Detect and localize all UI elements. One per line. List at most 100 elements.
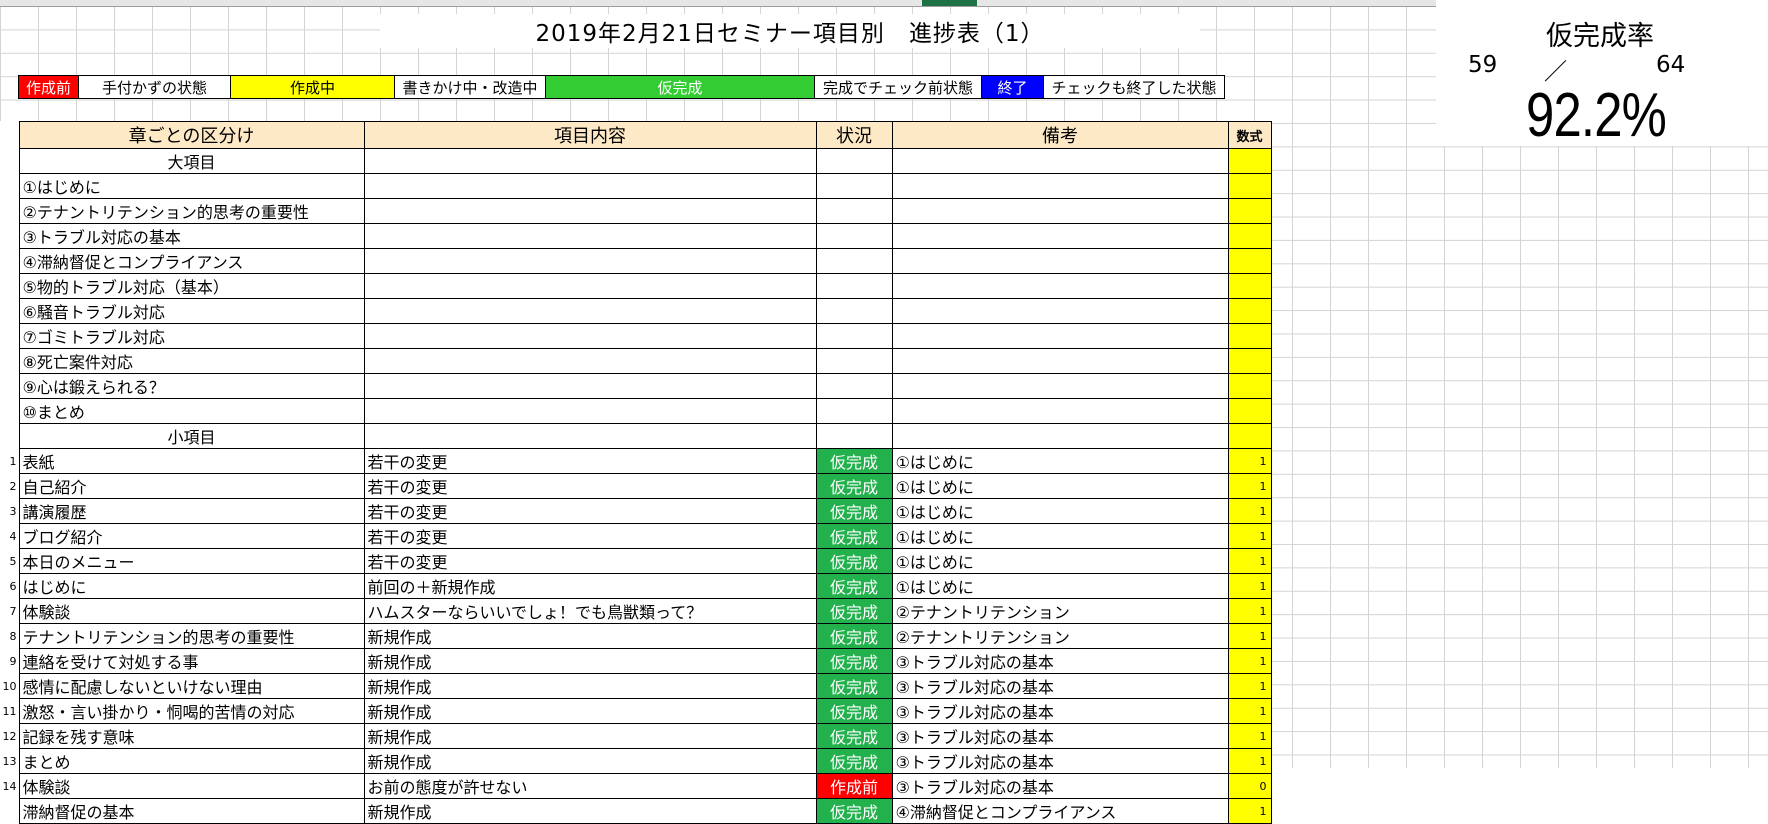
formula-cell[interactable]: 1 bbox=[1227, 648, 1272, 674]
formula-cell[interactable] bbox=[1227, 148, 1272, 174]
item-chapter[interactable]: 自己紹介 bbox=[18, 473, 365, 499]
header-formula[interactable]: 数式 bbox=[1227, 121, 1272, 149]
header-status[interactable]: 状況 bbox=[815, 121, 893, 149]
item-content[interactable]: お前の態度が許せない bbox=[363, 773, 817, 799]
formula-cell[interactable]: 1 bbox=[1227, 573, 1272, 599]
formula-cell[interactable]: 1 bbox=[1227, 498, 1272, 524]
major-item-name[interactable]: ③トラブル対応の基本 bbox=[18, 223, 365, 249]
status-cell[interactable] bbox=[815, 198, 893, 224]
status-cell[interactable] bbox=[815, 348, 893, 374]
item-notes[interactable]: ①はじめに bbox=[891, 548, 1229, 574]
formula-cell[interactable] bbox=[1227, 298, 1272, 324]
status-cell[interactable] bbox=[815, 373, 893, 399]
notes-cell[interactable] bbox=[891, 148, 1229, 174]
status-cell[interactable] bbox=[815, 398, 893, 424]
item-chapter[interactable]: はじめに bbox=[18, 573, 365, 599]
content-cell[interactable] bbox=[363, 398, 817, 424]
total-count[interactable]: 64 bbox=[1656, 52, 1685, 78]
major-item-name[interactable]: ⑩まとめ bbox=[18, 398, 365, 424]
header-chapter[interactable]: 章ごとの区分け bbox=[18, 121, 365, 149]
major-item-name[interactable]: ⑥騒音トラブル対応 bbox=[18, 298, 365, 324]
item-notes[interactable]: ①はじめに bbox=[891, 448, 1229, 474]
formula-cell[interactable]: 0 bbox=[1227, 773, 1272, 799]
status-cell[interactable] bbox=[815, 323, 893, 349]
item-notes[interactable]: ①はじめに bbox=[891, 473, 1229, 499]
content-cell[interactable] bbox=[363, 373, 817, 399]
status-cell[interactable] bbox=[815, 248, 893, 274]
status-badge[interactable]: 仮完成 bbox=[815, 498, 893, 524]
item-notes[interactable]: ③トラブル対応の基本 bbox=[891, 698, 1229, 724]
formula-cell[interactable] bbox=[1227, 373, 1272, 399]
status-badge[interactable]: 仮完成 bbox=[815, 748, 893, 774]
formula-cell[interactable] bbox=[1227, 198, 1272, 224]
content-cell[interactable] bbox=[363, 273, 817, 299]
item-chapter[interactable]: 連絡を受けて対処する事 bbox=[18, 648, 365, 674]
content-cell[interactable] bbox=[363, 348, 817, 374]
item-content[interactable]: 若干の変更 bbox=[363, 448, 817, 474]
item-content[interactable]: 若干の変更 bbox=[363, 473, 817, 499]
content-cell[interactable] bbox=[363, 298, 817, 324]
item-content[interactable]: 新規作成 bbox=[363, 648, 817, 674]
formula-cell[interactable] bbox=[1227, 423, 1272, 449]
formula-cell[interactable] bbox=[1227, 248, 1272, 274]
status-cell[interactable] bbox=[815, 173, 893, 199]
major-item-name[interactable]: ⑤物的トラブル対応（基本） bbox=[18, 273, 365, 299]
status-badge[interactable]: 仮完成 bbox=[815, 623, 893, 649]
status-badge[interactable]: 仮完成 bbox=[815, 673, 893, 699]
item-content[interactable]: 若干の変更 bbox=[363, 523, 817, 549]
legend-desc-untouched[interactable]: 手付かずの状態 bbox=[78, 75, 231, 99]
formula-cell[interactable]: 1 bbox=[1227, 798, 1272, 824]
notes-cell[interactable] bbox=[891, 198, 1229, 224]
notes-cell[interactable] bbox=[891, 323, 1229, 349]
formula-cell[interactable]: 1 bbox=[1227, 623, 1272, 649]
item-notes[interactable]: ②テナントリテンション bbox=[891, 598, 1229, 624]
item-chapter[interactable]: 講演履歴 bbox=[18, 498, 365, 524]
formula-cell[interactable] bbox=[1227, 348, 1272, 374]
notes-cell[interactable] bbox=[891, 223, 1229, 249]
legend-desc-before-check[interactable]: 完成でチェック前状態 bbox=[814, 75, 982, 99]
item-content[interactable]: 新規作成 bbox=[363, 748, 817, 774]
legend-item-in-progress[interactable]: 作成中 bbox=[230, 75, 395, 99]
item-notes[interactable]: ①はじめに bbox=[891, 573, 1229, 599]
item-chapter[interactable]: テナントリテンション的思考の重要性 bbox=[18, 623, 365, 649]
status-badge[interactable]: 仮完成 bbox=[815, 648, 893, 674]
status-badge[interactable]: 仮完成 bbox=[815, 723, 893, 749]
item-content[interactable]: 新規作成 bbox=[363, 673, 817, 699]
notes-cell[interactable] bbox=[891, 373, 1229, 399]
content-cell[interactable] bbox=[363, 198, 817, 224]
item-content[interactable]: 若干の変更 bbox=[363, 548, 817, 574]
content-cell[interactable] bbox=[363, 223, 817, 249]
status-badge[interactable]: 仮完成 bbox=[815, 473, 893, 499]
item-notes[interactable]: ④滞納督促とコンプライアンス bbox=[891, 798, 1229, 824]
item-notes[interactable]: ③トラブル対応の基本 bbox=[891, 648, 1229, 674]
formula-cell[interactable] bbox=[1227, 323, 1272, 349]
item-notes[interactable]: ③トラブル対応の基本 bbox=[891, 723, 1229, 749]
notes-cell[interactable] bbox=[891, 248, 1229, 274]
content-cell[interactable] bbox=[363, 173, 817, 199]
notes-cell[interactable] bbox=[891, 398, 1229, 424]
status-cell[interactable] bbox=[815, 298, 893, 324]
status-badge[interactable]: 仮完成 bbox=[815, 573, 893, 599]
major-item-name[interactable]: ①はじめに bbox=[18, 173, 365, 199]
major-item-name[interactable]: ⑦ゴミトラブル対応 bbox=[18, 323, 365, 349]
completion-rate[interactable]: 92.2% bbox=[1526, 80, 1667, 151]
completed-count[interactable]: 59 bbox=[1468, 52, 1497, 78]
legend-item-not-started[interactable]: 作成前 bbox=[18, 75, 79, 99]
major-section-label[interactable]: 大項目 bbox=[18, 148, 365, 174]
formula-cell[interactable] bbox=[1227, 273, 1272, 299]
notes-cell[interactable] bbox=[891, 173, 1229, 199]
status-cell[interactable] bbox=[815, 148, 893, 174]
formula-cell[interactable]: 1 bbox=[1227, 473, 1272, 499]
formula-cell[interactable]: 1 bbox=[1227, 523, 1272, 549]
item-chapter[interactable]: 滞納督促の基本 bbox=[18, 798, 365, 824]
content-cell[interactable] bbox=[363, 148, 817, 174]
item-content[interactable]: 新規作成 bbox=[363, 723, 817, 749]
formula-cell[interactable] bbox=[1227, 223, 1272, 249]
status-badge[interactable]: 仮完成 bbox=[815, 698, 893, 724]
content-cell[interactable] bbox=[363, 423, 817, 449]
notes-cell[interactable] bbox=[891, 298, 1229, 324]
formula-cell[interactable]: 1 bbox=[1227, 748, 1272, 774]
item-content[interactable]: 新規作成 bbox=[363, 798, 817, 824]
status-badge[interactable]: 仮完成 bbox=[815, 548, 893, 574]
notes-cell[interactable] bbox=[891, 273, 1229, 299]
